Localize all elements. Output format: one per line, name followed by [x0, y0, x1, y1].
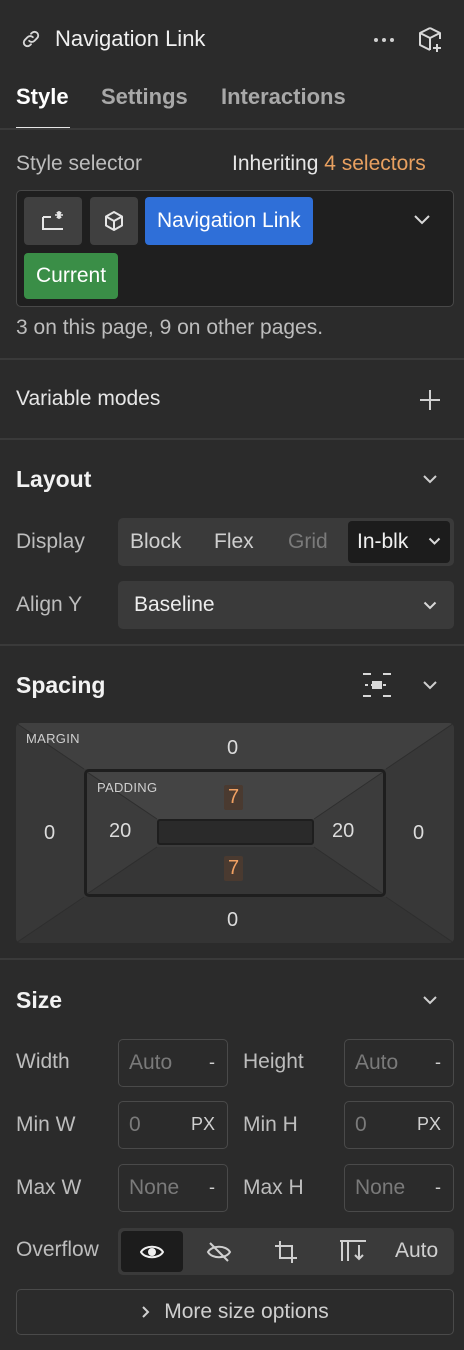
link-icon [20, 28, 42, 50]
max-width-input[interactable]: None - [118, 1164, 228, 1212]
divider [0, 438, 464, 440]
more-size-options-button[interactable]: More size options [16, 1289, 454, 1335]
overflow-auto-option[interactable]: Auto [395, 1239, 438, 1263]
inheriting-text: Inheriting 4 selectors [232, 152, 426, 176]
display-option-inline-block[interactable]: In-blk [348, 521, 450, 563]
selector-chip-state[interactable]: Current [24, 253, 119, 299]
width-input[interactable]: Auto - [118, 1039, 228, 1087]
inheriting-selectors-link[interactable]: 4 selectors [324, 152, 426, 175]
more-options-icon[interactable] [372, 30, 396, 50]
divider [0, 128, 464, 130]
min-width-value: 0 [129, 1113, 141, 1136]
layout-section-title[interactable]: Layout [16, 466, 91, 493]
align-y-value: Baseline [134, 593, 215, 616]
create-component-icon[interactable] [416, 25, 446, 55]
overflow-visible-option[interactable] [121, 1231, 183, 1272]
width-unit[interactable]: - [209, 1052, 215, 1073]
eye-off-icon[interactable] [206, 1241, 232, 1263]
max-width-label: Max W [16, 1176, 82, 1199]
padding-left-value[interactable]: 20 [109, 820, 131, 843]
min-width-label: Min W [16, 1113, 76, 1136]
variable-modes-label: Variable modes [16, 387, 161, 410]
height-unit[interactable]: - [435, 1052, 441, 1073]
max-width-value: None [129, 1176, 180, 1199]
width-value: Auto [129, 1051, 173, 1074]
tab-style[interactable]: Style [16, 84, 69, 110]
chevron-down-icon[interactable] [422, 680, 438, 690]
scroll-icon[interactable] [338, 1239, 368, 1263]
divider [0, 958, 464, 960]
display-option-flex[interactable]: Flex [214, 530, 254, 554]
chevron-down-icon[interactable] [422, 474, 438, 484]
content-box [157, 819, 314, 845]
selector-chip-primary[interactable]: Navigation Link [145, 197, 313, 245]
global-class-chip[interactable] [24, 197, 82, 245]
component-chip[interactable] [90, 197, 138, 245]
style-selector-box[interactable]: Navigation Link Current [16, 190, 454, 307]
align-y-select[interactable]: Baseline [118, 581, 454, 629]
display-option-block[interactable]: Block [130, 530, 181, 554]
style-selector-label: Style selector [16, 152, 143, 175]
selector-usage-text: 3 on this page, 9 on other pages. [16, 316, 324, 339]
display-label: Display [16, 530, 85, 553]
min-height-label: Min H [243, 1113, 298, 1136]
display-segmented-control: Block Flex Grid In-blk [118, 518, 454, 566]
padding-right-value[interactable]: 20 [332, 820, 354, 843]
spacing-section-title[interactable]: Spacing [16, 672, 105, 699]
height-input[interactable]: Auto - [344, 1039, 454, 1087]
element-title: Navigation Link [55, 26, 206, 51]
min-height-value: 0 [355, 1113, 367, 1136]
min-width-unit[interactable]: PX [191, 1114, 215, 1135]
display-option-grid[interactable]: Grid [288, 530, 328, 554]
margin-top-value[interactable]: 0 [227, 737, 238, 760]
eye-icon [140, 1244, 164, 1260]
tab-interactions[interactable]: Interactions [221, 84, 346, 110]
size-section-title[interactable]: Size [16, 987, 62, 1014]
chevron-right-icon [141, 1305, 150, 1319]
chevron-down-icon [428, 537, 441, 546]
crop-icon[interactable] [273, 1239, 299, 1265]
min-width-input[interactable]: 0 PX [118, 1101, 228, 1149]
padding-label: PADDING [97, 780, 158, 795]
margin-bottom-value[interactable]: 0 [227, 909, 238, 932]
display-selected-label: In-blk [357, 530, 409, 553]
chevron-down-icon [423, 601, 437, 610]
overflow-segmented-control: Auto [118, 1228, 454, 1275]
inheriting-label: Inheriting [232, 152, 319, 175]
box-model-editor: MARGIN 0 0 0 0 PADDING 7 20 20 7 [16, 723, 454, 943]
more-size-options-label: More size options [164, 1300, 329, 1323]
overflow-label: Overflow [16, 1238, 99, 1261]
spacing-preset-icon[interactable] [361, 672, 393, 698]
max-width-unit[interactable]: - [209, 1177, 215, 1198]
max-height-unit[interactable]: - [435, 1177, 441, 1198]
margin-label: MARGIN [26, 731, 80, 746]
chevron-down-icon[interactable] [422, 995, 438, 1005]
padding-top-value[interactable]: 7 [224, 785, 244, 810]
margin-left-value[interactable]: 0 [44, 822, 55, 845]
max-height-input[interactable]: None - [344, 1164, 454, 1212]
padding-box: PADDING 7 20 20 7 [84, 769, 386, 897]
max-height-label: Max H [243, 1176, 304, 1199]
margin-right-value[interactable]: 0 [413, 822, 424, 845]
divider [0, 644, 464, 646]
min-height-input[interactable]: 0 PX [344, 1101, 454, 1149]
tab-settings[interactable]: Settings [101, 84, 188, 110]
max-height-value: None [355, 1176, 406, 1199]
height-label: Height [243, 1050, 304, 1073]
add-icon[interactable] [418, 388, 442, 412]
align-y-label: Align Y [16, 593, 83, 616]
min-height-unit[interactable]: PX [417, 1114, 441, 1135]
chevron-down-icon[interactable] [413, 213, 431, 225]
divider [0, 358, 464, 360]
width-label: Width [16, 1050, 70, 1073]
padding-bottom-value[interactable]: 7 [224, 856, 244, 881]
height-value: Auto [355, 1051, 399, 1074]
